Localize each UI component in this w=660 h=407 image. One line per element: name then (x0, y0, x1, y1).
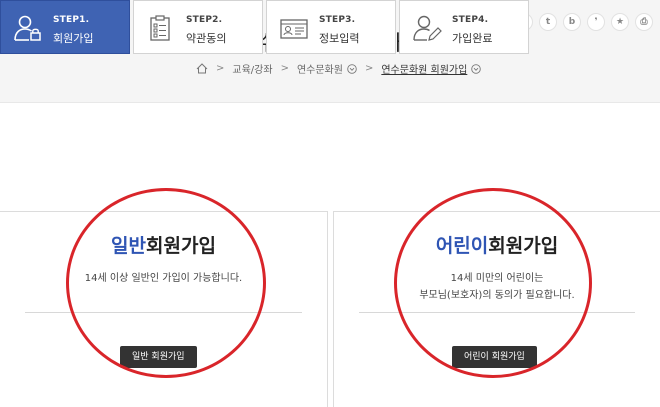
child-signup-button[interactable]: 어린이 회원가입 (452, 346, 537, 368)
chevron-down-icon[interactable] (471, 63, 482, 74)
breadcrumb-label: 교육/강좌 (232, 65, 273, 76)
step-number: STEP3. (319, 15, 356, 25)
favorite-icon[interactable]: ★ (611, 13, 629, 31)
breadcrumb-separator: > (216, 63, 225, 74)
user-edit-icon (413, 15, 442, 41)
blog-icon[interactable]: b (563, 13, 581, 31)
breadcrumb-item-signup[interactable]: 연수문화원 회원가입 (381, 61, 482, 76)
child-signup-card: 어린이회원가입 14세 미만의 어린이는 부모님(보호자)의 동의가 필요합니다… (333, 211, 660, 407)
step-number: STEP2. (186, 15, 223, 25)
card-description: 14세 미만의 어린이는 부모님(보호자)의 동의가 필요합니다. (334, 270, 660, 304)
breadcrumb-label: 연수문화원 (296, 65, 343, 76)
card-title-rest: 회원가입 (488, 235, 559, 257)
general-signup-button[interactable]: 일반 회원가입 (120, 346, 197, 368)
step-label: 정보입력 (319, 32, 360, 45)
card-title-accent: 일반 (111, 235, 147, 257)
card-title-accent: 어린이 (435, 235, 489, 257)
breadcrumb: > 교육/강좌 > 연수문화원 > 연수문화원 회원가입 (196, 61, 482, 76)
user-lock-icon (14, 15, 41, 41)
card-title: 일반회원가입 (0, 231, 327, 258)
step-terms: STEP2. 약관동의 (133, 0, 263, 54)
step-label: 회원가입 (53, 32, 94, 45)
card-divider (359, 312, 635, 313)
step-info-input: STEP3. 정보입력 (266, 0, 396, 54)
breadcrumb-label: 연수문화원 회원가입 (381, 65, 468, 76)
card-title: 어린이회원가입 (334, 231, 660, 258)
step-number: STEP1. (53, 15, 90, 25)
step-label: 가입완료 (452, 32, 493, 45)
card-divider (25, 312, 302, 313)
clipboard-checklist-icon (150, 15, 170, 41)
step-complete: STEP4. 가입완료 (399, 0, 529, 54)
card-title-rest: 회원가입 (146, 235, 216, 257)
breadcrumb-item-culture-center[interactable]: 연수문화원 (297, 61, 357, 76)
id-card-icon (280, 19, 308, 39)
story-icon[interactable]: ❜ (587, 13, 605, 31)
general-signup-card: 일반회원가입 14세 이상 일반인 가입이 가능합니다. 일반 회원가입 (0, 211, 328, 407)
social-share-bar: f t b ❜ ★ ⎙ (515, 13, 653, 31)
print-icon[interactable]: ⎙ (635, 13, 653, 31)
chevron-down-icon[interactable] (347, 63, 357, 74)
breadcrumb-separator: > (280, 63, 289, 74)
step-label: 약관동의 (186, 32, 227, 45)
card-description-line: 14세 미만의 어린이는 (450, 273, 544, 284)
twitter-icon[interactable]: t (539, 13, 557, 31)
step-number: STEP4. (452, 15, 489, 25)
card-description: 14세 이상 일반인 가입이 가능합니다. (0, 270, 327, 287)
breadcrumb-item-education[interactable]: 교육/강좌 (232, 61, 272, 76)
step-signup: STEP1. 회원가입 (0, 0, 130, 54)
breadcrumb-home[interactable] (196, 63, 208, 74)
card-description-line: 부모님(보호자)의 동의가 필요합니다. (419, 290, 575, 301)
card-description-line: 14세 이상 일반인 가입이 가능합니다. (84, 273, 243, 284)
home-icon (196, 63, 208, 74)
breadcrumb-separator: > (364, 63, 374, 74)
